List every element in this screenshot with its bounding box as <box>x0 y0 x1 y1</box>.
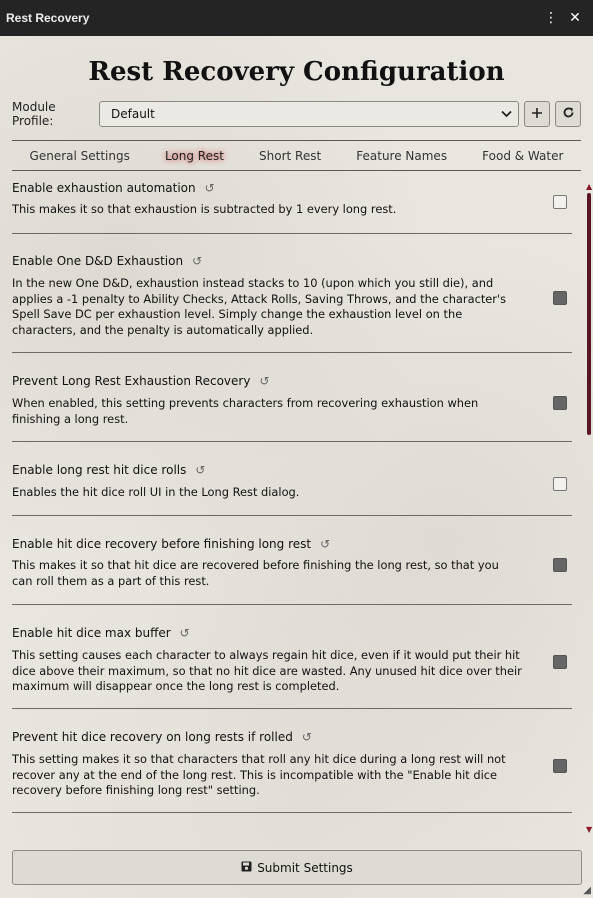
setting-name: Enable hit dice recovery before finishin… <box>12 537 331 551</box>
setting-row: Enable hit dice recovery before finishin… <box>12 516 572 605</box>
setting-row: Enable hit dice max buffer ↺ This setting… <box>12 605 572 709</box>
plus-icon <box>531 105 543 123</box>
close-icon[interactable]: ✕ <box>563 10 587 26</box>
reset-icon[interactable]: ↺ <box>195 463 205 477</box>
setting-name: Prevent hit dice recovery on long rests … <box>12 730 312 744</box>
setting-row: Prevent hit dice recovery on long rests … <box>12 709 572 813</box>
setting-checkbox[interactable] <box>553 195 567 209</box>
setting-description: This setting causes each character to al… <box>12 648 522 693</box>
page-title: Rest Recovery Configuration <box>88 57 505 87</box>
settings-scrollbar[interactable]: ▲ ▼ <box>586 183 592 835</box>
app-window: Rest Recovery ⋮ ✕ Rest Recovery Configur… <box>0 0 593 898</box>
module-profile-value: Default <box>111 107 155 121</box>
submit-settings-label: Submit Settings <box>257 860 353 875</box>
submit-settings-button[interactable]: Submit Settings <box>12 850 582 885</box>
scroll-down-icon[interactable]: ▼ <box>586 826 592 834</box>
reset-icon[interactable]: ↺ <box>302 730 312 744</box>
setting-name: Enable One D&D Exhaustion ↺ <box>12 254 203 268</box>
scroll-up-icon[interactable]: ▲ <box>586 183 592 191</box>
tab-short-rest[interactable]: Short Rest <box>259 149 321 163</box>
setting-name: Enable long rest hit dice rolls ↺ <box>12 463 206 477</box>
reset-icon[interactable]: ↺ <box>259 374 269 388</box>
save-icon <box>241 861 252 875</box>
setting-checkbox[interactable] <box>553 396 567 410</box>
tab-feature-names[interactable]: Feature Names <box>356 149 447 163</box>
setting-description: This makes it so that hit dice are recov… <box>12 558 499 588</box>
setting-checkbox[interactable] <box>553 477 567 491</box>
setting-name: Enable exhaustion automation ↺ <box>12 181 215 195</box>
setting-row: Enable One D&D Exhaustion ↺ In the new On… <box>12 234 572 353</box>
setting-row: Enable exhaustion automation ↺ This makes… <box>12 176 572 234</box>
tab-general-settings[interactable]: General Settings <box>30 149 130 163</box>
reset-icon[interactable]: ↺ <box>205 181 215 195</box>
setting-checkbox[interactable] <box>553 291 567 305</box>
setting-row: Enable long rest hit dice rolls ↺ Enables… <box>12 442 572 516</box>
vertical-ellipsis-icon[interactable]: ⋮ <box>539 10 563 26</box>
module-profile-row: Module Profile: Default <box>12 100 581 128</box>
module-profile-select[interactable]: Default <box>99 101 519 127</box>
tab-long-rest[interactable]: Long Rest <box>165 149 224 163</box>
reset-icon[interactable]: ↺ <box>192 254 202 268</box>
module-profile-label: Module Profile: <box>12 100 56 128</box>
refresh-profile-button[interactable] <box>555 101 581 127</box>
setting-description: In the new One D&D, exhaustion instead s… <box>12 276 507 337</box>
refresh-icon <box>562 105 575 123</box>
tab-bar: General Settings Long Rest Short Rest Fe… <box>12 140 581 171</box>
tab-food-water[interactable]: Food & Water <box>482 149 563 163</box>
chevron-down-icon <box>501 108 512 121</box>
setting-checkbox[interactable] <box>553 655 567 669</box>
settings-list[interactable]: Enable exhaustion automation ↺ This makes… <box>12 176 572 838</box>
reset-icon[interactable]: ↺ <box>180 626 190 640</box>
add-profile-button[interactable] <box>524 101 550 127</box>
setting-row: Prevent Long Rest Exhaustion Recovery ↺ W… <box>12 353 572 442</box>
setting-name: Prevent Long Rest Exhaustion Recovery ↺ <box>12 374 270 388</box>
title-bar[interactable]: Rest Recovery ⋮ ✕ <box>0 0 593 36</box>
setting-name: Enable hit dice max buffer ↺ <box>12 626 190 640</box>
setting-description: Enables the hit dice roll UI in the Long… <box>12 485 300 499</box>
window-title: Rest Recovery <box>6 11 90 25</box>
reset-icon[interactable]: ↺ <box>320 537 330 551</box>
setting-description: When enabled, this setting prevents char… <box>12 396 479 426</box>
resize-handle-icon[interactable]: ◢ <box>583 885 591 896</box>
setting-checkbox[interactable] <box>553 558 567 572</box>
setting-checkbox[interactable] <box>553 759 567 773</box>
scrollbar-thumb[interactable] <box>587 193 591 435</box>
setting-description: This makes it so that exhaustion is subt… <box>12 202 397 216</box>
setting-description: This setting makes it so that characters… <box>12 752 506 797</box>
